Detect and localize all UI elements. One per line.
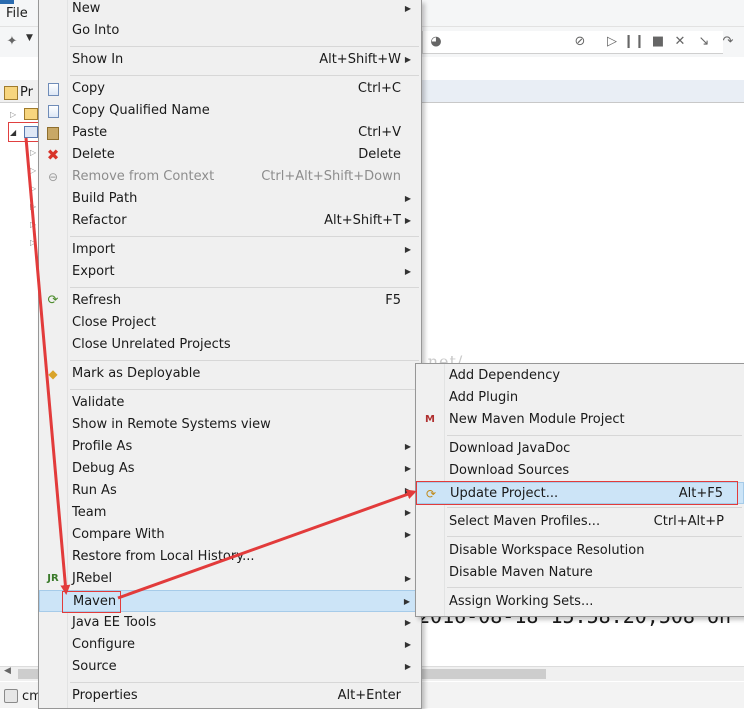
annotation-arrows — [24, 137, 417, 600]
arrow-to-update-project — [117, 489, 417, 600]
arrow-to-maven — [24, 137, 71, 595]
